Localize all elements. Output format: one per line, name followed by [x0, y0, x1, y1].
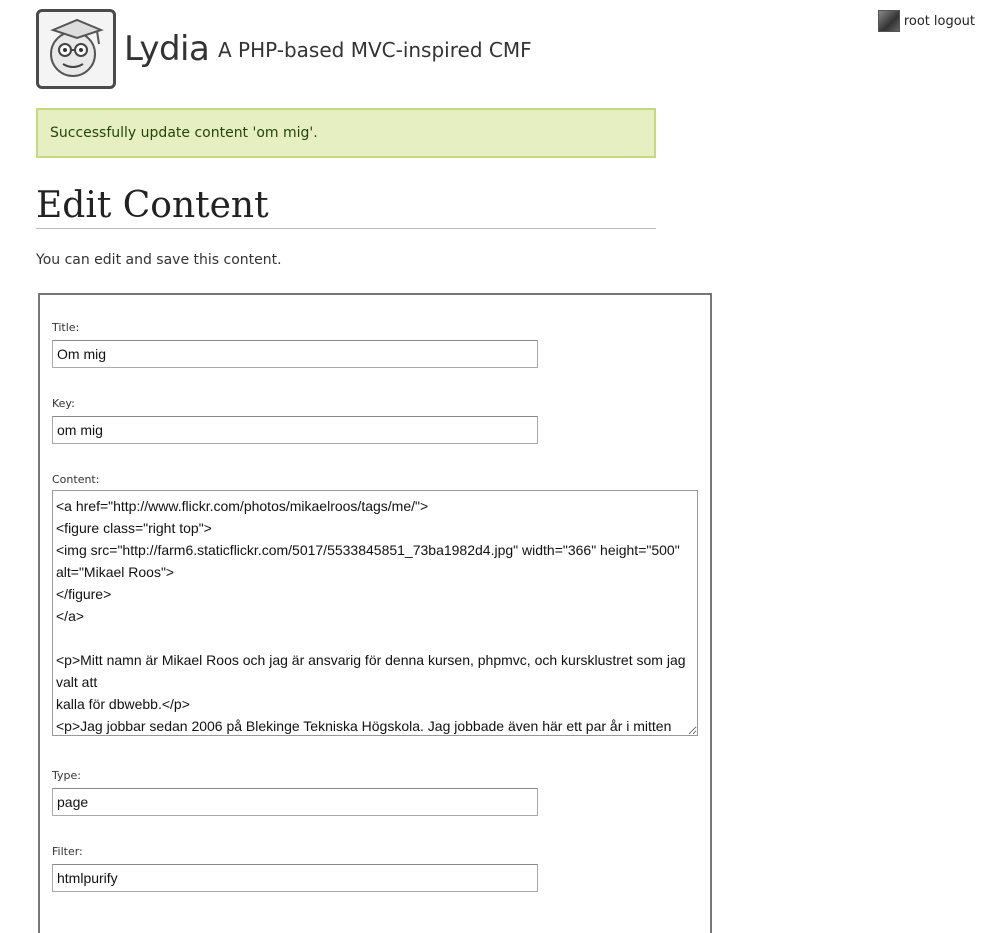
page-intro: You can edit and save this content. — [36, 252, 282, 268]
content-label: Content: — [52, 473, 100, 486]
content-textarea[interactable]: <a href="http://www.flickr.com/photos/mi… — [52, 490, 698, 736]
username-link[interactable]: root — [904, 14, 930, 29]
type-input[interactable] — [52, 788, 538, 816]
site-title[interactable]: Lydia — [124, 26, 210, 72]
filter-label: Filter: — [52, 845, 83, 858]
site-slogan: A PHP-based MVC-inspired CMF — [218, 38, 532, 62]
title-label: Title: — [52, 321, 80, 334]
graduate-face-icon — [50, 18, 104, 77]
user-avatar[interactable] — [877, 10, 900, 32]
type-label: Type: — [52, 769, 81, 782]
success-message: Successfully update content 'om mig'. — [36, 108, 656, 158]
filter-input[interactable] — [52, 864, 538, 892]
title-input[interactable] — [52, 340, 538, 368]
page-title: Edit Content — [36, 184, 656, 229]
key-input[interactable] — [52, 416, 538, 444]
login-menu: root logout — [877, 10, 975, 32]
key-label: Key: — [52, 397, 75, 410]
site-logo[interactable] — [36, 9, 116, 89]
logout-link[interactable]: logout — [934, 14, 975, 29]
